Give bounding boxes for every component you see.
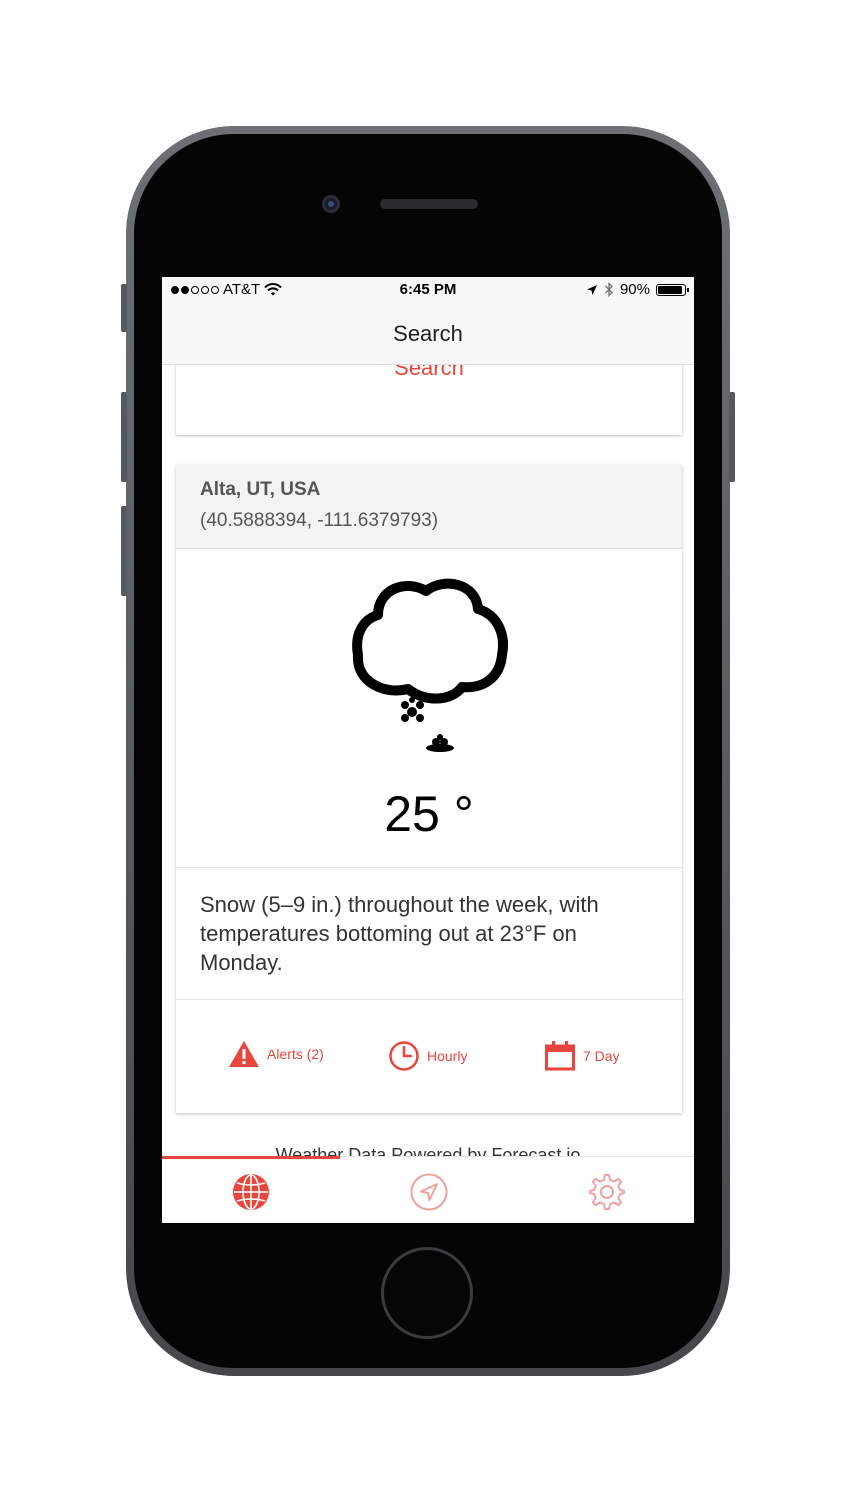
tab-search[interactable] [231, 1172, 271, 1212]
power-button [729, 392, 735, 482]
tab-settings[interactable] [587, 1172, 627, 1212]
battery-percent: 90% [619, 281, 650, 298]
search-card: Search [176, 365, 682, 435]
globe-icon [233, 1174, 269, 1210]
scroll-content[interactable]: Search Alta, UT, USA (40.5888394, -111.6… [162, 365, 694, 1156]
battery-icon [656, 283, 689, 296]
volume-down-button [121, 506, 127, 596]
bluetooth-icon [604, 282, 613, 297]
app-screen: AT&T 6:45 PM 90% Search Search Alta, UT,… [162, 277, 694, 1223]
clock-icon [389, 1041, 419, 1071]
gear-icon [589, 1174, 625, 1210]
location-coordinates: (40.5888394, -111.6379793) [200, 510, 439, 531]
current-temperature: 25 ° [384, 786, 474, 842]
seven-day-button[interactable]: 7 Day [544, 1040, 620, 1072]
warning-icon [229, 1041, 259, 1067]
home-button[interactable] [381, 1247, 473, 1339]
hourly-button[interactable]: Hourly [388, 1040, 467, 1072]
weather-card: Alta, UT, USA (40.5888394, -111.6379793) [176, 465, 682, 1113]
location-name: Alta, UT, USA [200, 479, 321, 500]
tab-current-location[interactable] [409, 1172, 449, 1212]
snow-icon [352, 578, 508, 752]
search-link[interactable]: Search [176, 365, 682, 381]
active-tab-indicator [162, 1156, 340, 1159]
alerts-label: Alerts (2) [267, 1046, 324, 1062]
tab-bar [162, 1156, 694, 1223]
calendar-icon [545, 1041, 575, 1071]
earpiece-speaker [380, 199, 478, 209]
location-arrow-icon [410, 1173, 448, 1211]
navigation-bar: Search [162, 303, 694, 365]
volume-up-button [121, 392, 127, 482]
hourly-label: Hourly [427, 1048, 468, 1064]
seven-day-label: 7 Day [583, 1048, 620, 1064]
page-title: Search [393, 321, 463, 346]
location-services-icon [586, 284, 597, 295]
current-conditions: 25 ° [176, 549, 682, 868]
forecast-summary: Snow (5–9 in.) throughout the week, with… [176, 868, 682, 1000]
front-camera [322, 195, 340, 213]
weather-actions: Alerts (2) Hourly 7 Day [176, 1000, 682, 1112]
silent-switch [121, 284, 127, 332]
powered-by-text[interactable]: Weather Data Powered by Forecast.io [162, 1145, 694, 1156]
status-bar: AT&T 6:45 PM 90% [162, 277, 694, 303]
weather-card-header: Alta, UT, USA (40.5888394, -111.6379793) [176, 465, 682, 549]
alerts-button[interactable]: Alerts (2) [228, 1040, 324, 1068]
